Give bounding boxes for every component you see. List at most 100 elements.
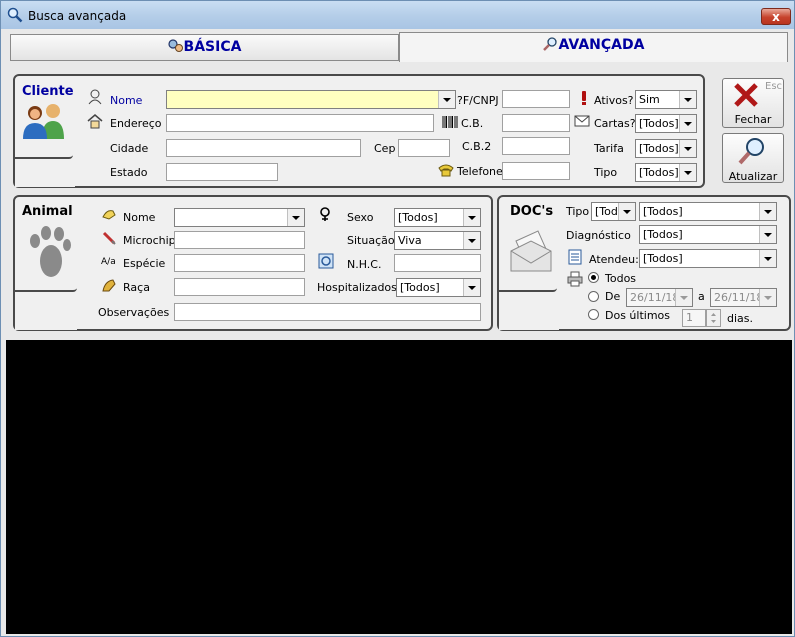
docs-tipo-select-2[interactable]: [Todos] bbox=[639, 202, 777, 221]
cliente-cartas-select[interactable]: [Todos] bbox=[635, 114, 697, 133]
cliente-estado-input[interactable] bbox=[166, 163, 278, 181]
magnifier-icon bbox=[542, 37, 557, 51]
animal-sexo-select[interactable]: [Todos] bbox=[394, 208, 481, 227]
docs-atendeu-select[interactable]: [Todos] bbox=[639, 249, 777, 268]
atualizar-label: Atualizar bbox=[728, 170, 778, 183]
exclamation-icon bbox=[582, 91, 586, 105]
animal-raca-input[interactable] bbox=[174, 278, 305, 296]
cliente-cpf-input[interactable] bbox=[502, 90, 570, 108]
female-symbol-icon bbox=[320, 207, 330, 221]
cliente-tarifa-value: [Todos] bbox=[639, 142, 679, 155]
docs-de-date[interactable]: 26/11/18 bbox=[626, 288, 693, 307]
chevron-down-icon[interactable] bbox=[463, 209, 480, 226]
animal-microchip-input[interactable] bbox=[174, 231, 305, 249]
docs-dias-label: dias. bbox=[727, 312, 754, 325]
fechar-button[interactable]: Esc Fechar bbox=[722, 78, 784, 128]
envelope-icon bbox=[574, 115, 590, 127]
animal-especie-label: Espécie bbox=[123, 257, 166, 270]
cliente-cb2-input[interactable] bbox=[502, 137, 570, 155]
tab-basica-label: BÁSICA bbox=[183, 39, 242, 55]
cliente-tarifa-select[interactable]: [Todos] bbox=[635, 139, 697, 158]
chevron-down-icon[interactable] bbox=[618, 203, 635, 220]
cliente-estado-label: Estado bbox=[110, 166, 148, 179]
animal-hospitalizados-select[interactable]: [Todos] bbox=[396, 278, 481, 297]
docs-todos-radio[interactable] bbox=[588, 272, 599, 283]
docs-tab-edge bbox=[499, 284, 557, 292]
animal-sexo-value: [Todos] bbox=[398, 211, 438, 224]
animal-microchip-label: Microchip bbox=[123, 234, 176, 247]
documents-envelope-icon bbox=[510, 230, 552, 272]
animal-raca-label: Raça bbox=[123, 281, 150, 294]
cliente-cidade-input[interactable] bbox=[166, 139, 361, 157]
docs-todos-label: Todos bbox=[605, 272, 637, 285]
magnifier-icon bbox=[738, 138, 764, 165]
document-icon bbox=[568, 249, 582, 265]
cliente-endereco-input[interactable] bbox=[166, 114, 434, 132]
animal-group-label: Animal bbox=[22, 204, 73, 219]
animal-nhc-label: N.H.C. bbox=[347, 258, 382, 271]
search-app-icon bbox=[7, 7, 23, 23]
cliente-nome-label: Nome bbox=[110, 94, 143, 107]
docs-de-radio[interactable] bbox=[588, 291, 599, 302]
chevron-down-icon[interactable] bbox=[675, 289, 692, 306]
animal-observacoes-input[interactable] bbox=[174, 303, 481, 321]
docs-a-date-value: 26/11/18 bbox=[714, 291, 764, 304]
docs-diagnostico-label: Diagnóstico bbox=[566, 229, 631, 242]
title-bar: Busca avançada x bbox=[1, 1, 794, 29]
animal-nome-label: Nome bbox=[123, 211, 156, 224]
cliente-cb-input[interactable] bbox=[502, 114, 570, 132]
species-icon: A/a bbox=[101, 257, 116, 267]
docs-de-date-value: 26/11/18 bbox=[630, 291, 680, 304]
animal-tab-cover bbox=[15, 290, 77, 330]
tab-avancada[interactable]: AVANÇADA bbox=[399, 32, 788, 62]
people-icon bbox=[23, 104, 64, 139]
chevron-down-icon[interactable] bbox=[679, 91, 696, 108]
animal-nhc-input[interactable] bbox=[394, 254, 481, 272]
cliente-endereco-label: Endereço bbox=[110, 117, 162, 130]
chevron-down-icon[interactable] bbox=[679, 164, 696, 181]
cliente-cb-label: C.B. bbox=[461, 117, 484, 130]
docs-group-label: DOC's bbox=[510, 204, 554, 219]
docs-tipo-select-1[interactable]: [Todos] bbox=[591, 202, 636, 221]
docs-diagnostico-value: [Todos] bbox=[643, 228, 683, 241]
cliente-nome-combo[interactable] bbox=[166, 90, 456, 109]
chevron-down-icon[interactable] bbox=[463, 232, 480, 249]
docs-a-date[interactable]: 26/11/18 bbox=[710, 288, 777, 307]
docs-diagnostico-select[interactable]: [Todos] bbox=[639, 225, 777, 244]
window-title: Busca avançada bbox=[28, 9, 127, 23]
animal-especie-input[interactable] bbox=[174, 254, 305, 272]
tab-avancada-label: AVANÇADA bbox=[558, 37, 645, 53]
docs-dias-spinner[interactable] bbox=[706, 309, 721, 327]
chevron-down-icon[interactable] bbox=[438, 91, 455, 108]
house-icon bbox=[87, 114, 103, 129]
chevron-down-icon[interactable] bbox=[759, 250, 776, 267]
docs-dos-ultimos-radio[interactable] bbox=[588, 309, 599, 320]
docs-dias-input[interactable]: 1 bbox=[682, 309, 706, 327]
tab-basica[interactable]: BÁSICA bbox=[10, 34, 399, 61]
animal-nome-combo[interactable] bbox=[174, 208, 305, 227]
atualizar-button[interactable]: Atualizar bbox=[722, 133, 784, 183]
cliente-telefone-label: Telefone bbox=[457, 165, 503, 178]
cliente-group-label: Cliente bbox=[22, 84, 74, 99]
chevron-down-icon[interactable] bbox=[759, 203, 776, 220]
microchip-icon bbox=[102, 231, 116, 245]
cliente-ativos-select[interactable]: Sim bbox=[635, 90, 697, 109]
cliente-tipo-value: [Todos] bbox=[639, 166, 679, 179]
cliente-tipo-select[interactable]: [Todos] bbox=[635, 163, 697, 182]
chevron-down-icon[interactable] bbox=[679, 115, 696, 132]
close-button[interactable]: x bbox=[761, 8, 791, 25]
animal-sexo-label: Sexo bbox=[347, 211, 374, 224]
animal-situacao-select[interactable]: Viva bbox=[394, 231, 481, 250]
cliente-cep-input[interactable] bbox=[398, 139, 450, 157]
chevron-down-icon[interactable] bbox=[759, 289, 776, 306]
phone-icon bbox=[438, 164, 454, 177]
chevron-down-icon[interactable] bbox=[463, 279, 480, 296]
cliente-telefone-input[interactable] bbox=[502, 162, 570, 180]
chevron-down-icon[interactable] bbox=[679, 140, 696, 157]
results-area[interactable] bbox=[6, 340, 792, 634]
red-x-icon bbox=[734, 83, 758, 107]
chevron-down-icon[interactable] bbox=[759, 226, 776, 243]
cliente-cep-label: Cep bbox=[374, 142, 396, 155]
barcode-icon bbox=[442, 116, 458, 128]
chevron-down-icon[interactable] bbox=[287, 209, 304, 226]
